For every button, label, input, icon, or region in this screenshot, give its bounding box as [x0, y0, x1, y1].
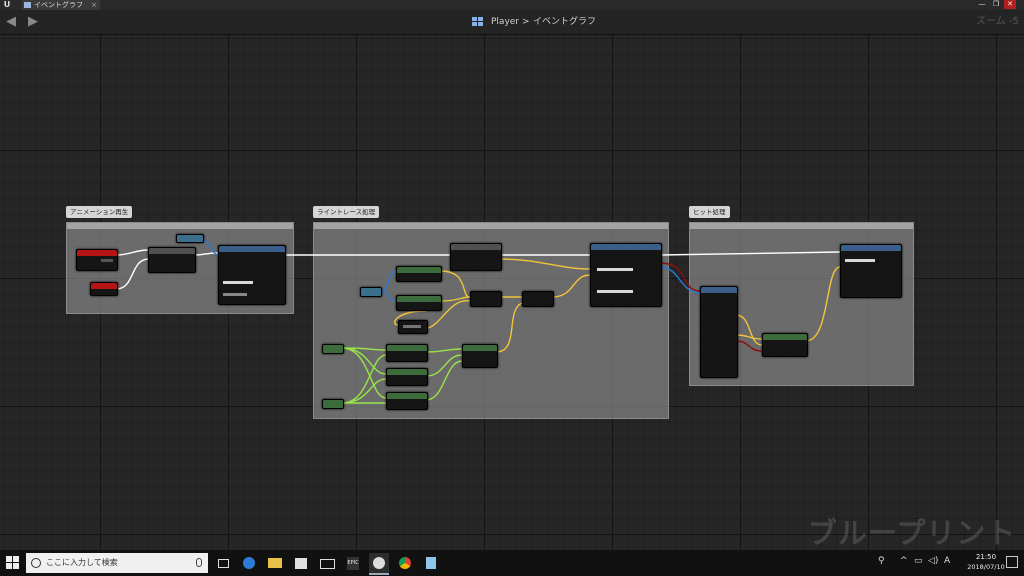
min-variable-node[interactable]: [322, 344, 344, 354]
vector-wire: [805, 266, 841, 342]
hit-wire: [735, 340, 763, 352]
volume-icon[interactable]: ◁): [928, 556, 938, 566]
store-icon[interactable]: [291, 553, 311, 573]
make-vector-node[interactable]: [398, 320, 428, 334]
tab-label: イベントグラフ: [34, 1, 83, 9]
make-transform-node[interactable]: [762, 333, 808, 357]
unreal-engine-taskbar-icon[interactable]: [369, 553, 389, 575]
vector-wire: [495, 302, 523, 353]
edge-icon[interactable]: [239, 553, 259, 573]
random-float-node[interactable]: [386, 392, 428, 410]
add-vector-node-2[interactable]: [522, 291, 554, 307]
search-placeholder: ここに入力して検索: [46, 558, 118, 567]
clock-time[interactable]: 21:50: [969, 553, 1003, 561]
float-wire: [341, 347, 387, 375]
title-bar: U イベントグラフ × — ❐ ✕: [0, 0, 1024, 10]
add-vector-node[interactable]: [450, 243, 502, 271]
mail-icon[interactable]: [317, 553, 337, 573]
task-view-icon[interactable]: [213, 553, 233, 573]
make-vector-node-2[interactable]: [462, 344, 498, 368]
ime-indicator-icon[interactable]: A: [944, 556, 950, 566]
epic-label: EPIC: [347, 557, 359, 570]
show-hidden-icons-icon[interactable]: ^: [900, 556, 908, 566]
notepad-icon[interactable]: [421, 553, 441, 573]
vector-wire: [439, 270, 471, 298]
vector-wire: [499, 258, 591, 270]
vector-wire: [735, 314, 763, 346]
exec-wire: [659, 251, 841, 256]
exec-wire: [115, 249, 149, 256]
network-icon[interactable]: ▭: [914, 556, 923, 566]
float-wire: [341, 378, 387, 404]
get-forward-vector-node[interactable]: [396, 295, 442, 311]
breadcrumb-separator: >: [522, 17, 530, 27]
cortana-circle-icon: [31, 558, 41, 568]
close-window-button[interactable]: ✕: [1004, 0, 1016, 9]
float-wire: [425, 354, 463, 377]
random-float-node[interactable]: [386, 344, 428, 362]
tab-close-icon[interactable]: ×: [91, 0, 97, 10]
multiply-vector-node[interactable]: [470, 291, 502, 307]
vector-wire: [735, 334, 763, 340]
microphone-icon[interactable]: [196, 558, 202, 567]
epic-games-launcher-icon[interactable]: EPIC: [343, 553, 363, 573]
blueprint-graph-canvas[interactable]: アニメーション再生 ライントレース処理 ヒット処理 ブループリント: [0, 35, 1024, 550]
vector-wire: [551, 274, 591, 298]
taskbar-search-box[interactable]: ここに入力して検索: [26, 553, 208, 573]
emitter-template-field[interactable]: [845, 259, 875, 262]
exec-wire: [115, 258, 149, 290]
windows-start-icon[interactable]: [6, 556, 20, 570]
looping-field[interactable]: [223, 293, 247, 296]
object-wire: [379, 290, 397, 302]
tab-event-graph[interactable]: イベントグラフ ×: [22, 0, 100, 10]
graph-breadcrumb-bar: ◀ ▶ Player > イベントグラフ ズーム -5: [0, 10, 1024, 35]
action-center-icon[interactable]: [1006, 556, 1018, 568]
max-variable-node[interactable]: [322, 399, 344, 409]
float-wire: [425, 348, 463, 353]
line-trace-node[interactable]: [590, 243, 662, 307]
trace-channel-field[interactable]: [597, 268, 633, 271]
file-explorer-icon[interactable]: [265, 553, 285, 573]
unreal-engine-logo-icon[interactable]: U: [2, 0, 12, 10]
draw-debug-field[interactable]: [597, 290, 633, 293]
get-world-location-node[interactable]: [396, 266, 442, 282]
camera-variable-node[interactable]: [360, 287, 382, 297]
windows-taskbar: ここに入力して検索 EPIC ⚲ ^ ▭ ◁) A 21:50 2018/07/…: [0, 550, 1024, 576]
back-arrow-icon[interactable]: ◀: [6, 13, 16, 31]
event-node-input[interactable]: [90, 282, 118, 296]
maximize-button[interactable]: ❐: [990, 0, 1002, 9]
blueprint-icon: [472, 17, 484, 27]
zoom-level: ズーム -5: [976, 16, 1019, 27]
event-node-begin[interactable]: [76, 249, 118, 271]
mesh-variable-node[interactable]: [176, 234, 204, 243]
object-wire: [379, 270, 397, 292]
flip-flop-node[interactable]: [148, 247, 196, 273]
breadcrumb-player[interactable]: Player: [491, 15, 519, 29]
random-float-node[interactable]: [386, 368, 428, 386]
blueprint-watermark: ブループリント: [808, 516, 1017, 550]
people-icon[interactable]: ⚲: [878, 556, 885, 566]
clock-date[interactable]: 2018/07/10: [966, 563, 1006, 571]
spawn-emitter-node[interactable]: [840, 244, 902, 298]
break-hit-result-node[interactable]: [700, 286, 738, 378]
chrome-icon[interactable]: [395, 553, 415, 573]
blueprint-tab-icon: [24, 2, 31, 8]
play-animation-node[interactable]: [218, 245, 286, 305]
minimize-button[interactable]: —: [976, 0, 988, 9]
animation-field[interactable]: [223, 281, 253, 284]
forward-arrow-icon[interactable]: ▶: [28, 13, 38, 31]
breadcrumb-event-graph[interactable]: イベントグラフ: [533, 15, 596, 29]
